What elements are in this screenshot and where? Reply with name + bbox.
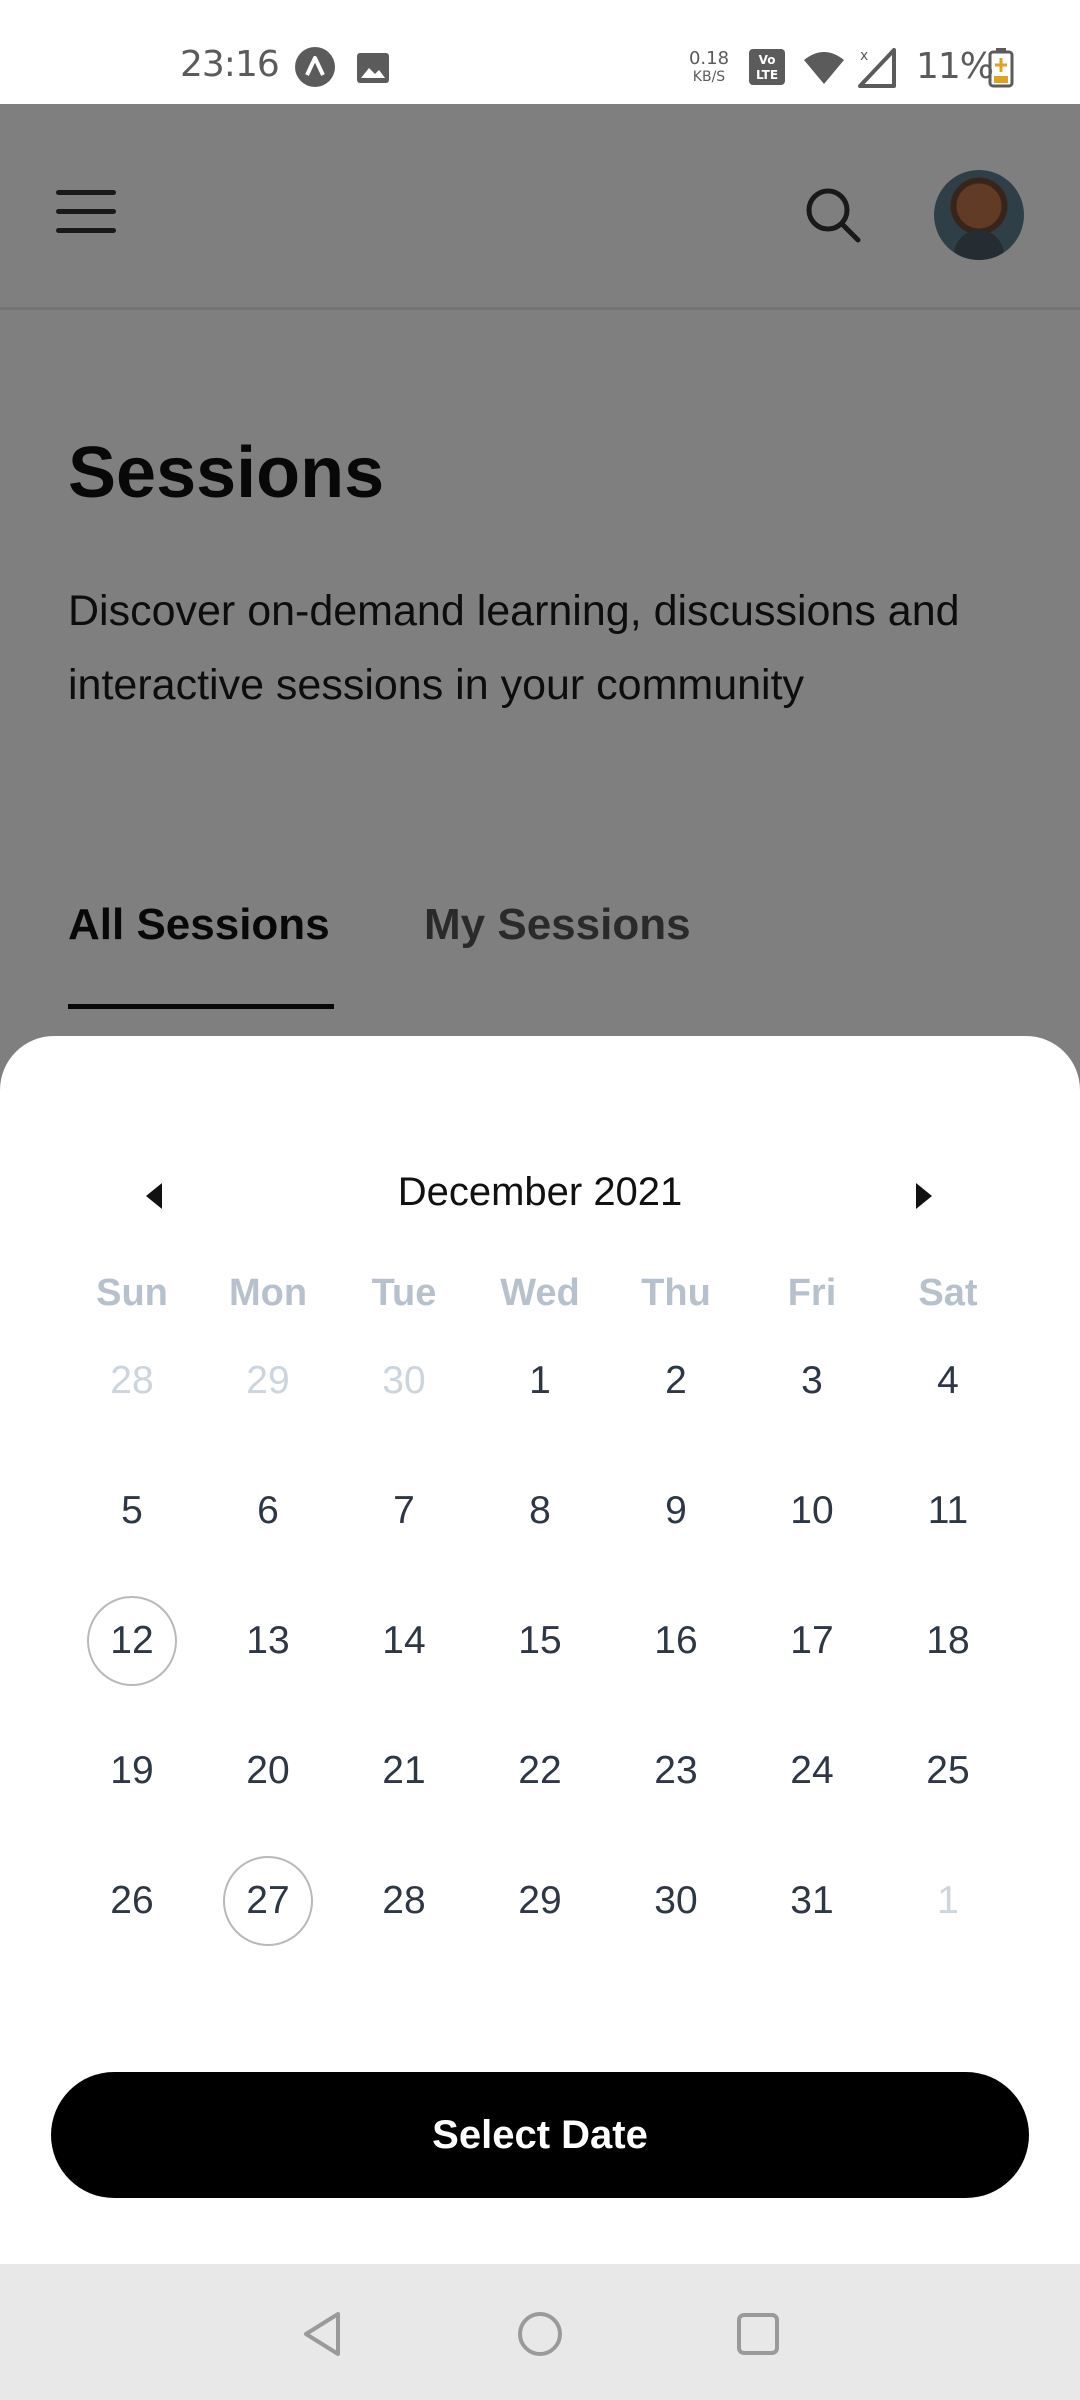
calendar-day[interactable]: 8 <box>495 1466 585 1556</box>
weekday-wed: Wed <box>500 1272 580 1314</box>
svg-text:LTE: LTE <box>756 68 778 82</box>
calendar-day[interactable]: 26 <box>87 1856 177 1946</box>
image-icon <box>356 52 390 88</box>
calendar-day[interactable]: 2 <box>631 1336 721 1426</box>
weekday-header: Sun Mon Tue Wed Thu Fri Sat <box>64 1272 1016 1332</box>
calendar-day[interactable]: 10 <box>767 1466 857 1556</box>
svg-text:x: x <box>860 48 868 64</box>
calendar-day[interactable]: 23 <box>631 1726 721 1816</box>
caret-right-icon <box>916 1183 932 1209</box>
calendar-day-outside-month: 30 <box>382 1359 426 1402</box>
status-time: 23:16 <box>180 44 280 85</box>
calendar-day-outside-month: 1 <box>937 1879 959 1922</box>
calendar-day[interactable]: 3 <box>767 1336 857 1426</box>
weekday-mon: Mon <box>228 1272 308 1314</box>
net-speed-unit: KB/S <box>692 69 726 85</box>
next-month-button[interactable] <box>894 1166 954 1226</box>
calendar-day[interactable]: 31 <box>767 1856 857 1946</box>
net-speed-value: 0.18 <box>688 48 730 69</box>
calendar-day[interactable]: 15 <box>495 1596 585 1686</box>
weekday-sun: Sun <box>96 1272 168 1314</box>
svg-text:Vo: Vo <box>759 53 776 67</box>
date-picker-sheet: December 2021 Sun Mon Tue Wed Thu Fri Sat 28 29… <box>0 1036 1080 2264</box>
select-date-button[interactable]: Select Date <box>51 2072 1029 2198</box>
calendar-day[interactable]: 21 <box>359 1726 449 1816</box>
battery-icon <box>988 48 1014 92</box>
calendar-day-highlighted[interactable]: 12 <box>87 1596 177 1686</box>
calendar-day[interactable]: 13 <box>223 1596 313 1686</box>
calendar-day[interactable]: 11 <box>903 1466 993 1556</box>
calendar-day[interactable]: 16 <box>631 1596 721 1686</box>
calendar-day[interactable]: 28 <box>359 1856 449 1946</box>
weekday-sat: Sat <box>918 1272 978 1314</box>
calendar-day[interactable]: 4 <box>903 1336 993 1426</box>
signal-icon: x <box>856 46 898 92</box>
weekday-tue: Tue <box>371 1272 437 1314</box>
calendar-day[interactable]: 14 <box>359 1596 449 1686</box>
month-navigation: December 2021 <box>0 1156 1080 1236</box>
calendar-day[interactable]: 24 <box>767 1726 857 1816</box>
calendar-day-outside-month: 28 <box>110 1359 154 1402</box>
calendar-day[interactable]: 1 <box>495 1336 585 1426</box>
calendar-day-highlighted[interactable]: 27 <box>223 1856 313 1946</box>
calendar-day[interactable]: 22 <box>495 1726 585 1816</box>
weekday-thu: Thu <box>641 1272 711 1314</box>
calendar-day[interactable]: 9 <box>631 1466 721 1556</box>
calendar-day[interactable]: 7 <box>359 1466 449 1556</box>
calendar-day[interactable]: 18 <box>903 1596 993 1686</box>
calendar-grid: 28 29 30 1 2 3 4 5 6 7 8 9 10 11 12 13 14 15 16 17 18 19 20 21 2… <box>64 1336 1016 1986</box>
calendar-day[interactable]: 5 <box>87 1466 177 1556</box>
screen: 23:16 0.18 KB/S Vo LTE x 11% December 20… <box>0 0 1080 2400</box>
status-bar: 23:16 0.18 KB/S Vo LTE x 11% <box>0 0 1080 104</box>
system-nav-bar <box>0 2264 1080 2400</box>
wifi-icon <box>802 50 846 90</box>
recents-square-icon[interactable] <box>728 2304 788 2364</box>
calendar-day[interactable]: 25 <box>903 1726 993 1816</box>
calendar-day[interactable]: 19 <box>87 1726 177 1816</box>
weekday-fri: Fri <box>787 1272 837 1314</box>
calendar-day[interactable]: 20 <box>223 1726 313 1816</box>
calendar-day[interactable]: 29 <box>495 1856 585 1946</box>
calendar-day[interactable]: 30 <box>631 1856 721 1946</box>
back-triangle-icon[interactable] <box>292 2304 352 2364</box>
home-circle-icon[interactable] <box>510 2304 570 2364</box>
calendar-day[interactable]: 17 <box>767 1596 857 1686</box>
volte-icon: Vo LTE <box>748 48 786 90</box>
network-speed: 0.18 KB/S <box>688 50 730 86</box>
calendar-day[interactable]: 6 <box>223 1466 313 1556</box>
a-app-icon <box>294 46 336 92</box>
calendar-day-outside-month: 29 <box>246 1359 290 1402</box>
battery-percent: 11% <box>916 46 994 87</box>
